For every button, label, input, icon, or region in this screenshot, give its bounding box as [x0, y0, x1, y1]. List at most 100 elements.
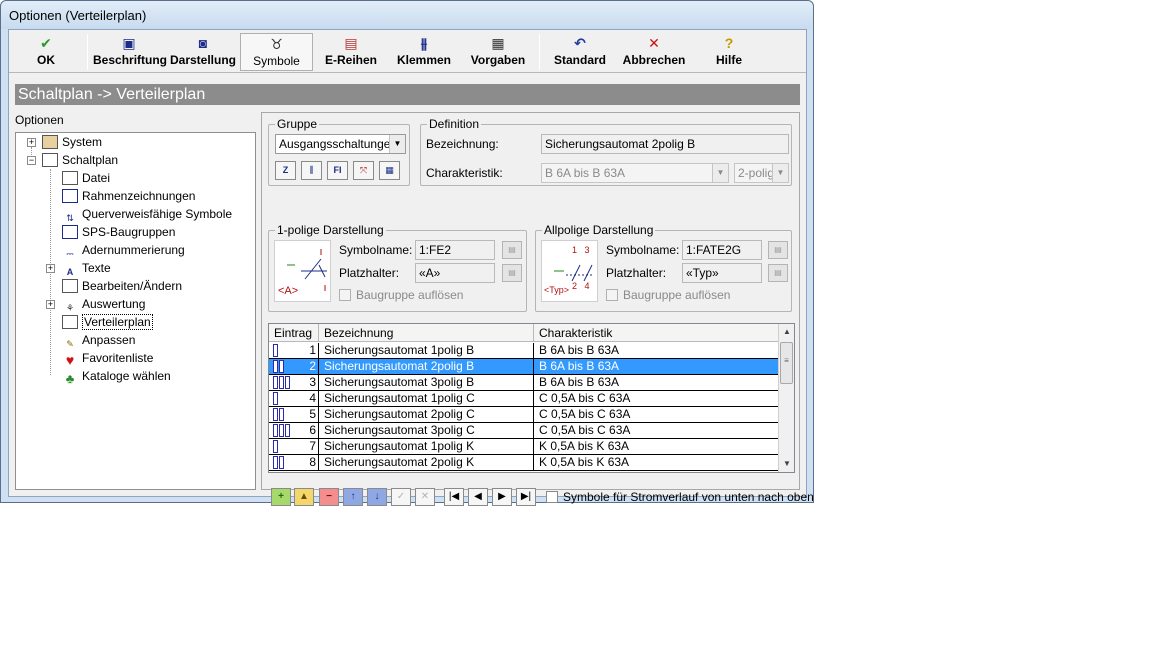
- table-row[interactable]: 6 Sicherungsautomat 3polig C C 0,5A bis …: [269, 423, 779, 439]
- table-row-selected[interactable]: 2 Sicherungsautomat 2polig B B 6A bis B …: [269, 359, 779, 375]
- table-row[interactable]: 5 Sicherungsautomat 2polig C C 0,5A bis …: [269, 407, 779, 423]
- allpolig-legend: Allpolige Darstellung: [542, 223, 656, 237]
- hilfe-button[interactable]: ? Hilfe: [699, 33, 759, 71]
- charakteristik-select[interactable]: B 6A bis B 63A ▼: [541, 163, 729, 183]
- cancel-edit-button[interactable]: ✕: [415, 488, 435, 506]
- next-record-button[interactable]: ▶: [492, 488, 512, 506]
- klemmen-button[interactable]: ⫵ Klemmen: [393, 33, 455, 71]
- group-z-button[interactable]: Z: [275, 161, 296, 180]
- file-icon: [62, 171, 78, 185]
- bezeichnung-field[interactable]: Sicherungsautomat 2polig B: [541, 134, 789, 154]
- system-icon: [42, 135, 58, 149]
- einpolig-baugruppe-checkbox[interactable]: Baugruppe auflösen: [339, 288, 463, 302]
- collapse-schaltplan-toggle[interactable]: −: [27, 156, 36, 165]
- group-grid-button[interactable]: ▦: [379, 161, 400, 180]
- table-row[interactable]: 3 Sicherungsautomat 3polig B B 6A bis B …: [269, 375, 779, 391]
- expand-auswertung-toggle[interactable]: +: [46, 300, 55, 309]
- terminal-icon: ⫵: [420, 35, 428, 51]
- last-record-button[interactable]: ▶|: [516, 488, 536, 506]
- einpolig-platzhalter-field[interactable]: «A»: [415, 263, 495, 283]
- browse-icon: ▤: [508, 268, 516, 277]
- allpolig-symbol-preview: 1 3 2 4 <Typ>: [541, 240, 598, 302]
- tree-item-favoritenliste[interactable]: ♥ Favoritenliste: [62, 349, 153, 368]
- cross-icon: ✕: [420, 491, 430, 502]
- einpolig-symbolname-browse-button[interactable]: ▤: [502, 241, 522, 259]
- tree-item-texte[interactable]: A Texte: [62, 259, 111, 280]
- group-fi-button[interactable]: FI: [327, 161, 348, 180]
- tree-item-verteilerplan[interactable]: Verteilerplan: [62, 313, 153, 331]
- tree-item-schaltplan[interactable]: Schaltplan: [42, 151, 118, 169]
- allpolig-baugruppe-checkbox[interactable]: Baugruppe auflösen: [606, 288, 730, 302]
- checkmark-icon: ✔: [40, 35, 52, 51]
- tree-item-kataloge-waehlen[interactable]: ♣ Kataloge wählen: [62, 367, 171, 387]
- gruppe-select[interactable]: Ausgangsschaltungen ▼: [275, 134, 406, 154]
- allpolig-group: Allpolige Darstellung 1 3 2 4 <Typ> Symb…: [535, 223, 792, 312]
- browse-icon: ▤: [774, 245, 782, 254]
- confirm-edit-button[interactable]: ✓: [391, 488, 411, 506]
- group-switch-button[interactable]: ⤧: [353, 161, 374, 180]
- tree-item-bearbeiten-aendern[interactable]: Bearbeiten/Ändern: [62, 277, 182, 295]
- tree-item-datei[interactable]: Datei: [62, 169, 110, 187]
- column-header-bezeichnung[interactable]: Bezeichnung: [319, 324, 534, 342]
- checkbox-box[interactable]: [546, 491, 558, 503]
- title-bar[interactable]: Optionen (Verteilerplan): [1, 1, 813, 29]
- toolbar: ✔ OK ▣ Beschriftung ◙ Darstellung ♉ Symb…: [9, 30, 806, 73]
- einpolig-preview-label: <A>: [278, 285, 299, 297]
- tree-item-adernummerierung[interactable]: ⎓ Adernummerierung: [62, 241, 185, 262]
- vorgaben-button[interactable]: ▦ Vorgaben: [465, 33, 531, 71]
- table-vertical-scrollbar[interactable]: ▲ ≡ ▼: [778, 324, 794, 472]
- switch-icon: ⤧: [359, 165, 368, 175]
- expand-system-toggle[interactable]: +: [27, 138, 36, 147]
- symbole-tab-button[interactable]: ♉ Symbole: [240, 33, 313, 71]
- tree-item-anpassen[interactable]: ✎ Anpassen: [62, 331, 135, 352]
- standard-button[interactable]: ↶ Standard: [547, 33, 613, 71]
- e-series-icon: ▤: [344, 35, 358, 51]
- allpolig-platzhalter-browse-button[interactable]: ▤: [768, 264, 788, 282]
- previous-record-button[interactable]: ◀: [468, 488, 488, 506]
- plus-icon: +: [278, 491, 284, 502]
- tree-item-sps-baugruppen[interactable]: SPS-Baugruppen: [62, 223, 175, 241]
- tree-item-system[interactable]: System: [42, 133, 102, 151]
- first-record-button[interactable]: |◀: [444, 488, 464, 506]
- einpolig-symbolname-field[interactable]: 1:FE2: [415, 240, 495, 260]
- allpolig-platzhalter-field[interactable]: «Typ»: [682, 263, 762, 283]
- add-entry-button[interactable]: +: [271, 488, 291, 506]
- scrollbar-thumb[interactable]: ≡: [780, 342, 793, 384]
- table-row[interactable]: 1 Sicherungsautomat 1polig B B 6A bis B …: [269, 343, 779, 359]
- table-row[interactable]: 4 Sicherungsautomat 1polig C C 0,5A bis …: [269, 391, 779, 407]
- ok-button[interactable]: ✔ OK: [17, 33, 75, 71]
- options-tree[interactable]: + System − Schaltplan Datei Rahmenzeichn…: [15, 132, 256, 490]
- allpolig-symbolname-browse-button[interactable]: ▤: [768, 241, 788, 259]
- scroll-down-arrow-icon[interactable]: ▼: [779, 456, 794, 472]
- ereihen-button[interactable]: ▤ E-Reihen: [317, 33, 385, 71]
- stromverlauf-checkbox[interactable]: Symbole für Stromverlauf von unten nach …: [546, 490, 814, 504]
- allpolig-symbolname-field[interactable]: 1:FATE2G: [682, 240, 762, 260]
- browse-icon: ▤: [774, 268, 782, 277]
- tree-item-auswertung[interactable]: ⚘ Auswertung: [62, 295, 145, 316]
- gruppe-legend: Gruppe: [275, 117, 320, 131]
- poles-select[interactable]: 2-polig ▼: [734, 163, 789, 183]
- scroll-up-arrow-icon[interactable]: ▲: [779, 324, 794, 340]
- page-title: Schaltplan -> Verteilerplan: [15, 84, 800, 105]
- tree-item-querverweisfaehige-symbole[interactable]: ⇅ Querverweisfähige Symbole: [62, 205, 232, 226]
- symbol-table[interactable]: Eintrag Bezeichnung Charakteristik 1 Sic…: [268, 323, 795, 473]
- move-down-button[interactable]: ↓: [367, 488, 387, 506]
- expand-texte-toggle[interactable]: +: [46, 264, 55, 273]
- table-row[interactable]: 7 Sicherungsautomat 1polig K K 0,5A bis …: [269, 439, 779, 455]
- column-header-eintrag[interactable]: Eintrag: [269, 324, 319, 342]
- previous-icon: ◀: [474, 491, 482, 502]
- table-row[interactable]: 8 Sicherungsautomat 2polig K K 0,5A bis …: [269, 455, 779, 471]
- arrow-up-icon: ↑: [350, 491, 356, 502]
- move-up-button[interactable]: ↑: [343, 488, 363, 506]
- column-header-charakteristik[interactable]: Charakteristik: [534, 324, 779, 342]
- darstellung-button[interactable]: ◙ Darstellung: [169, 33, 237, 71]
- group-fuse-button[interactable]: ⫼: [301, 161, 322, 180]
- checkbox-box[interactable]: [606, 289, 618, 301]
- edit-entry-button[interactable]: ▲: [294, 488, 314, 506]
- einpolig-platzhalter-browse-button[interactable]: ▤: [502, 264, 522, 282]
- tree-item-rahmenzeichnungen[interactable]: Rahmenzeichnungen: [62, 187, 195, 205]
- delete-entry-button[interactable]: −: [319, 488, 339, 506]
- abbrechen-button[interactable]: ✕ Abbrechen: [619, 33, 689, 71]
- beschriftung-button[interactable]: ▣ Beschriftung: [93, 33, 167, 71]
- checkbox-box[interactable]: [339, 289, 351, 301]
